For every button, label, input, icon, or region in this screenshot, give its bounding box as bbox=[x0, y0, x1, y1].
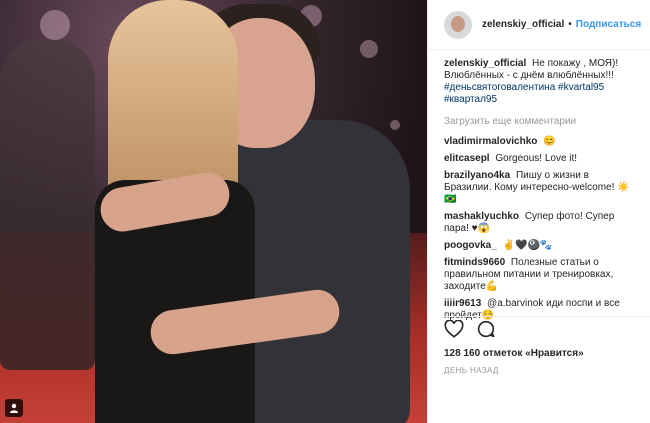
comment-item: fitminds9660 Полезные статьи о правильно… bbox=[444, 257, 634, 293]
caption: zelenskiy_official Не покажу , МОЯ)! Влю… bbox=[444, 58, 634, 106]
comment-text: ✌️🖤🎱🐾 bbox=[502, 240, 553, 251]
comment-item: vladimirmalovichko 😊 bbox=[444, 136, 634, 148]
post-sidebar: zelenskiy_official • Подписаться zelensk… bbox=[427, 0, 650, 423]
comment-item: mashaklyuchko Супер фото! Супер пара! ♥😱 bbox=[444, 211, 634, 235]
bokeh-light bbox=[360, 40, 378, 58]
bokeh-light bbox=[390, 120, 400, 130]
comments-list: zelenskiy_official Не покажу , МОЯ)! Влю… bbox=[428, 50, 650, 322]
bokeh-light bbox=[40, 10, 70, 40]
comment-username[interactable]: iiiir9613 bbox=[444, 298, 481, 309]
load-more-comments-button[interactable]: Загрузить еще комментарии bbox=[444, 116, 634, 128]
post-timestamp: ДЕНЬ НАЗАД bbox=[444, 366, 499, 375]
post-photo[interactable] bbox=[0, 0, 427, 423]
caption-hashtags[interactable]: #деньсвятоговалентина #kvartal95 #кварта… bbox=[444, 82, 604, 105]
post-header: zelenskiy_official • Подписаться bbox=[428, 0, 650, 50]
person-icon bbox=[10, 403, 18, 413]
background-person bbox=[0, 40, 95, 370]
comment-username[interactable]: mashaklyuchko bbox=[444, 211, 519, 222]
post-actions bbox=[444, 320, 496, 338]
comment-item: brazilyano4ka Пишу о жизни в Бразилии. К… bbox=[444, 170, 634, 206]
comment-item: poogovka_ ✌️🖤🎱🐾 bbox=[444, 240, 634, 252]
comment-item: elitcasepl Gorgeous! Love it! bbox=[444, 153, 634, 165]
avatar[interactable] bbox=[444, 10, 472, 39]
comment-icon[interactable] bbox=[476, 320, 496, 338]
comment-item: iiiir9613 @a.barvinok иди поспи и все пр… bbox=[444, 298, 634, 322]
comment-text: Gorgeous! Love it! bbox=[495, 153, 578, 164]
heart-icon[interactable] bbox=[444, 320, 464, 338]
username-link[interactable]: zelenskiy_official bbox=[482, 19, 564, 30]
separator-dot: • bbox=[568, 19, 572, 30]
actions-divider bbox=[444, 316, 650, 317]
likes-count[interactable]: 128 160 отметок «Нравится» bbox=[444, 348, 584, 359]
comment-username[interactable]: vladimirmalovichko bbox=[444, 136, 537, 147]
comment-username[interactable]: brazilyano4ka bbox=[444, 170, 510, 181]
follow-button[interactable]: Подписаться bbox=[576, 19, 641, 30]
comment-username[interactable]: poogovka_ bbox=[444, 240, 497, 251]
comment-text: 😊 bbox=[543, 136, 556, 147]
comment-username[interactable]: fitminds9660 bbox=[444, 257, 505, 268]
caption-username[interactable]: zelenskiy_official bbox=[444, 58, 526, 69]
user-tag-button[interactable] bbox=[5, 399, 23, 417]
comment-username[interactable]: elitcasepl bbox=[444, 153, 490, 164]
